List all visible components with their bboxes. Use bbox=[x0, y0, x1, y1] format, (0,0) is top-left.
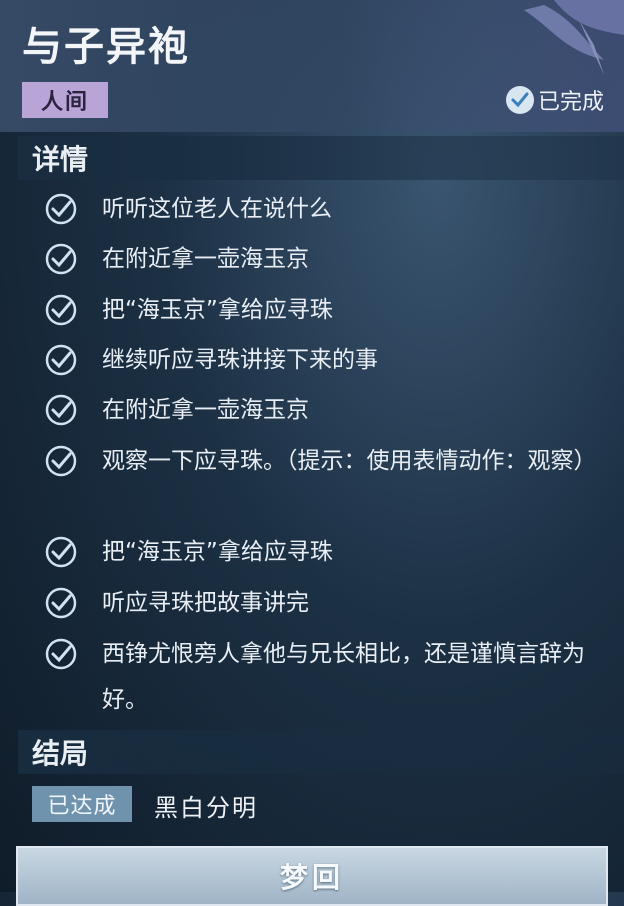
check-icon bbox=[45, 394, 77, 426]
task-text: 把“海玉京”拿给应寻珠 bbox=[102, 539, 333, 565]
ending-section-bar bbox=[18, 730, 624, 774]
ending-name: 黑白分明 bbox=[154, 794, 258, 822]
dream-replay-label: 梦回 bbox=[279, 861, 344, 894]
task-item: 听听这位老人在说什么 bbox=[44, 192, 614, 232]
quest-title: 与子异袍 bbox=[22, 24, 190, 70]
ending-heading: 结局 bbox=[32, 737, 89, 770]
check-icon bbox=[45, 344, 77, 376]
details-section-bar bbox=[18, 136, 624, 180]
checkmark-circle-icon bbox=[505, 86, 534, 114]
task-text: 听听这位老人在说什么 bbox=[102, 196, 332, 222]
dream-replay-button[interactable]: 梦回 bbox=[16, 846, 608, 906]
completion-status: 已完成 bbox=[505, 84, 604, 116]
task-item: 在附近拿一壶海玉京 bbox=[44, 242, 614, 282]
task-text: 在附近拿一壶海玉京 bbox=[102, 246, 309, 272]
task-item: 观察一下应寻珠。（提示：使用表情动作：观察） bbox=[44, 444, 614, 484]
check-icon bbox=[45, 445, 77, 477]
task-text: 在附近拿一壶海玉京 bbox=[102, 397, 309, 423]
check-icon bbox=[45, 536, 77, 568]
details-heading: 详情 bbox=[32, 143, 89, 176]
task-item: 西铮尤恨旁人拿他与兄长相比，还是谨慎言辞为好。 bbox=[44, 637, 614, 723]
check-icon bbox=[45, 638, 77, 670]
task-item: 在附近拿一壶海玉京 bbox=[44, 393, 614, 433]
realm-tag: 人间 bbox=[22, 82, 108, 118]
task-text: 把“海玉京”拿给应寻珠 bbox=[102, 297, 333, 323]
check-icon bbox=[45, 193, 77, 225]
achieved-badge: 已达成 bbox=[32, 786, 132, 822]
task-item: 继续听应寻珠讲接下来的事 bbox=[44, 343, 614, 383]
task-item: 听应寻珠把故事讲完 bbox=[44, 586, 614, 626]
feather-emblem-icon bbox=[524, 0, 624, 75]
check-icon bbox=[45, 243, 77, 275]
task-text: 听应寻珠把故事讲完 bbox=[102, 590, 309, 616]
task-text: 西铮尤恨旁人拿他与兄长相比，还是谨慎言辞为好。 bbox=[102, 641, 585, 713]
check-icon bbox=[45, 294, 77, 326]
task-text: 观察一下应寻珠。（提示：使用表情动作：观察） bbox=[102, 448, 597, 474]
task-text: 继续听应寻珠讲接下来的事 bbox=[102, 347, 378, 373]
task-item: 把“海玉京”拿给应寻珠 bbox=[44, 293, 614, 333]
status-label: 已完成 bbox=[537, 90, 604, 115]
task-item: 把“海玉京”拿给应寻珠 bbox=[44, 535, 614, 575]
check-icon bbox=[45, 587, 77, 619]
